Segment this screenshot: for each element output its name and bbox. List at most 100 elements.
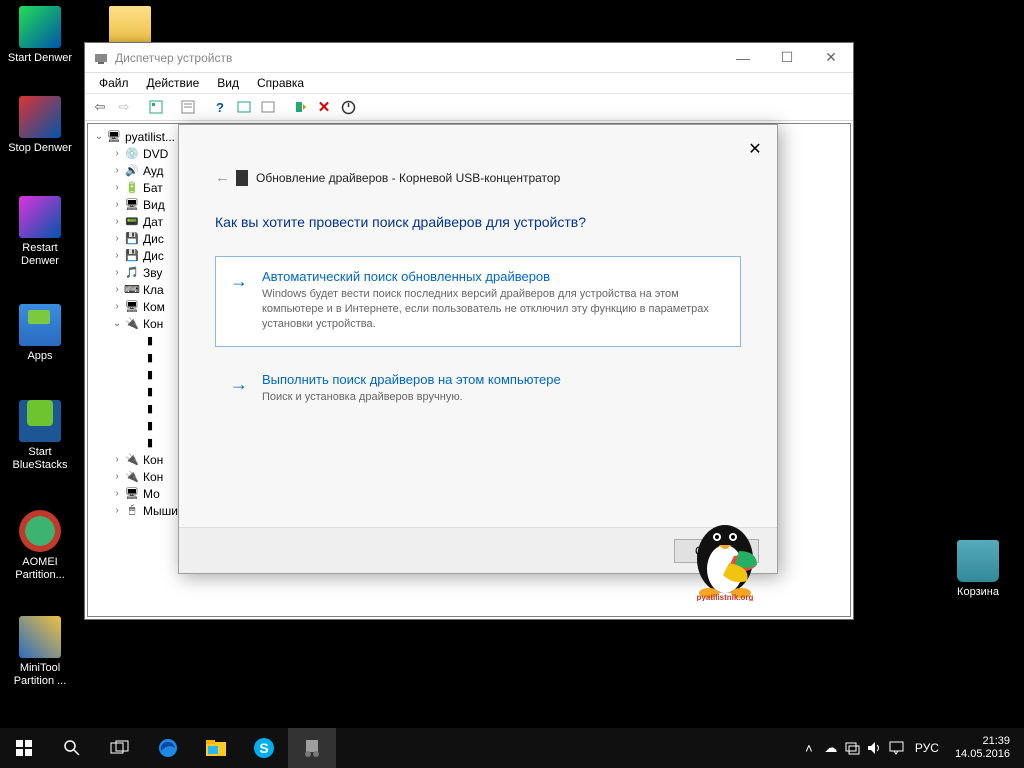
dialog-question: Как вы хотите провести поиск драйверов д… [179, 186, 777, 248]
start-button[interactable] [0, 728, 48, 768]
tray-network-icon[interactable] [845, 740, 861, 756]
menu-view[interactable]: Вид [209, 74, 247, 92]
cancel-button[interactable]: Отмена [674, 539, 759, 563]
show-hide-tree-button[interactable] [145, 96, 167, 118]
expand-icon[interactable]: › [110, 284, 124, 295]
close-button[interactable]: ✕ [809, 43, 853, 72]
usb-device-icon: ▮ [142, 435, 158, 451]
tray-volume-icon[interactable] [867, 740, 883, 756]
back-arrow-icon[interactable]: ← [215, 169, 230, 186]
window-title: Диспетчер устройств [115, 51, 721, 65]
expand-icon[interactable]: › [110, 199, 124, 210]
expand-icon[interactable]: › [110, 488, 124, 499]
expand-icon[interactable]: › [110, 182, 124, 193]
dialog-title: Обновление драйверов - Корневой USB-конц… [256, 171, 560, 185]
usb-device-icon: ▮ [142, 418, 158, 434]
menubar: Файл Действие Вид Справка [85, 73, 853, 93]
desktop-icon-aomei[interactable]: AOMEI Partition... [4, 510, 76, 582]
desktop-icon-minitool[interactable]: MiniTool Partition ... [4, 616, 76, 688]
expand-icon[interactable]: ⌄ [110, 318, 124, 329]
forward-button[interactable]: ⇨ [113, 96, 135, 118]
uninstall-button[interactable]: ✕ [313, 96, 335, 118]
desktop-icon-bluestacks[interactable]: Start BlueStacks [4, 398, 76, 472]
app-icon [93, 50, 109, 66]
category-icon: 🔌 [124, 469, 140, 485]
expand-icon[interactable]: › [110, 267, 124, 278]
disable-button[interactable] [337, 96, 359, 118]
expand-icon[interactable]: › [110, 216, 124, 227]
taskbar-app-explorer[interactable] [192, 728, 240, 768]
usb-device-icon: ▮ [142, 367, 158, 383]
expand-icon[interactable]: › [110, 233, 124, 244]
expand-icon[interactable]: › [110, 471, 124, 482]
category-icon: 🔊 [124, 163, 140, 179]
taskbar-app-device-manager[interactable] [288, 728, 336, 768]
back-button[interactable]: ⇦ [89, 96, 111, 118]
usb-device-icon: ▮ [142, 350, 158, 366]
taskbar: S ˄ ☁ РУС 21:39 14.05.2016 [0, 728, 1024, 768]
category-icon: 🖱 [124, 503, 140, 519]
category-icon: 🖥 [124, 197, 140, 213]
usb-device-icon: ▮ [142, 333, 158, 349]
option-title: Выполнить поиск драйверов на этом компью… [262, 372, 724, 387]
dialog-footer: Отмена [179, 527, 777, 573]
tray-up-icon[interactable]: ˄ [801, 740, 817, 756]
maximize-button[interactable]: ☐ [765, 43, 809, 72]
category-icon: 💾 [124, 231, 140, 247]
option-desc: Windows будет вести поиск последних верс… [262, 287, 724, 332]
expand-icon[interactable]: › [110, 148, 124, 159]
option-desc: Поиск и установка драйверов вручную. [262, 390, 724, 405]
collapse-icon[interactable]: ⌄ [92, 131, 106, 142]
minimize-button[interactable]: — [721, 43, 765, 72]
category-icon: 📟 [124, 214, 140, 230]
option-browse-computer[interactable]: → Выполнить поиск драйверов на этом комп… [215, 359, 741, 420]
menu-action[interactable]: Действие [139, 74, 208, 92]
category-icon: 🔌 [124, 316, 140, 332]
update-driver-button[interactable] [289, 96, 311, 118]
category-icon: 🔌 [124, 452, 140, 468]
expand-icon[interactable]: › [110, 454, 124, 465]
menu-help[interactable]: Справка [249, 74, 312, 92]
category-icon: 💾 [124, 248, 140, 264]
help-toolbar-button[interactable]: ? [209, 96, 231, 118]
dialog-close-button[interactable]: ✕ [741, 135, 769, 163]
scan-button[interactable] [233, 96, 255, 118]
arrow-right-icon: → [230, 374, 248, 395]
taskbar-app-edge[interactable] [144, 728, 192, 768]
tray-onedrive-icon[interactable]: ☁ [823, 740, 839, 756]
desktop-icon-start-denwer[interactable]: Start Denwer [4, 6, 76, 65]
arrow-right-icon: → [230, 271, 248, 292]
toolbar: ⇦ ⇨ ? ✕ [85, 93, 853, 121]
usb-device-icon: ▮ [142, 401, 158, 417]
titlebar[interactable]: Диспетчер устройств — ☐ ✕ [85, 43, 853, 73]
tray-clock[interactable]: 21:39 14.05.2016 [949, 735, 1016, 761]
category-icon: 🔋 [124, 180, 140, 196]
scan-hardware-button[interactable] [257, 96, 279, 118]
desktop-icon-apps[interactable]: Apps [4, 304, 76, 363]
expand-icon[interactable]: › [110, 165, 124, 176]
option-title: Автоматический поиск обновленных драйвер… [262, 269, 724, 284]
usb-device-icon: ▮ [142, 384, 158, 400]
menu-file[interactable]: Файл [91, 74, 137, 92]
option-auto-search[interactable]: → Автоматический поиск обновленных драйв… [215, 256, 741, 347]
category-icon: 💿 [124, 146, 140, 162]
expand-icon[interactable]: › [110, 301, 124, 312]
expand-icon[interactable]: › [110, 250, 124, 261]
task-view-button[interactable] [96, 728, 144, 768]
dialog-header: ← Обновление драйверов - Корневой USB-ко… [179, 125, 777, 186]
svg-text:S: S [259, 740, 268, 756]
desktop-icon-stop-denwer[interactable]: Stop Denwer [4, 96, 76, 155]
tray-action-center-icon[interactable] [889, 740, 905, 756]
search-button[interactable] [48, 728, 96, 768]
taskbar-app-skype[interactable]: S [240, 728, 288, 768]
desktop-icon-restart-denwer[interactable]: Restart Denwer [4, 196, 76, 268]
computer-icon: 🖥 [106, 129, 122, 145]
driver-update-dialog: ✕ ← Обновление драйверов - Корневой USB-… [178, 124, 778, 574]
properties-button[interactable] [177, 96, 199, 118]
category-icon: 🖥 [124, 486, 140, 502]
category-icon: ⌨ [124, 282, 140, 298]
tray-language[interactable]: РУС [911, 741, 943, 755]
expand-icon[interactable]: › [110, 505, 124, 516]
category-icon: 🎵 [124, 265, 140, 281]
desktop-icon-recycle-bin[interactable]: Корзина [942, 540, 1014, 599]
